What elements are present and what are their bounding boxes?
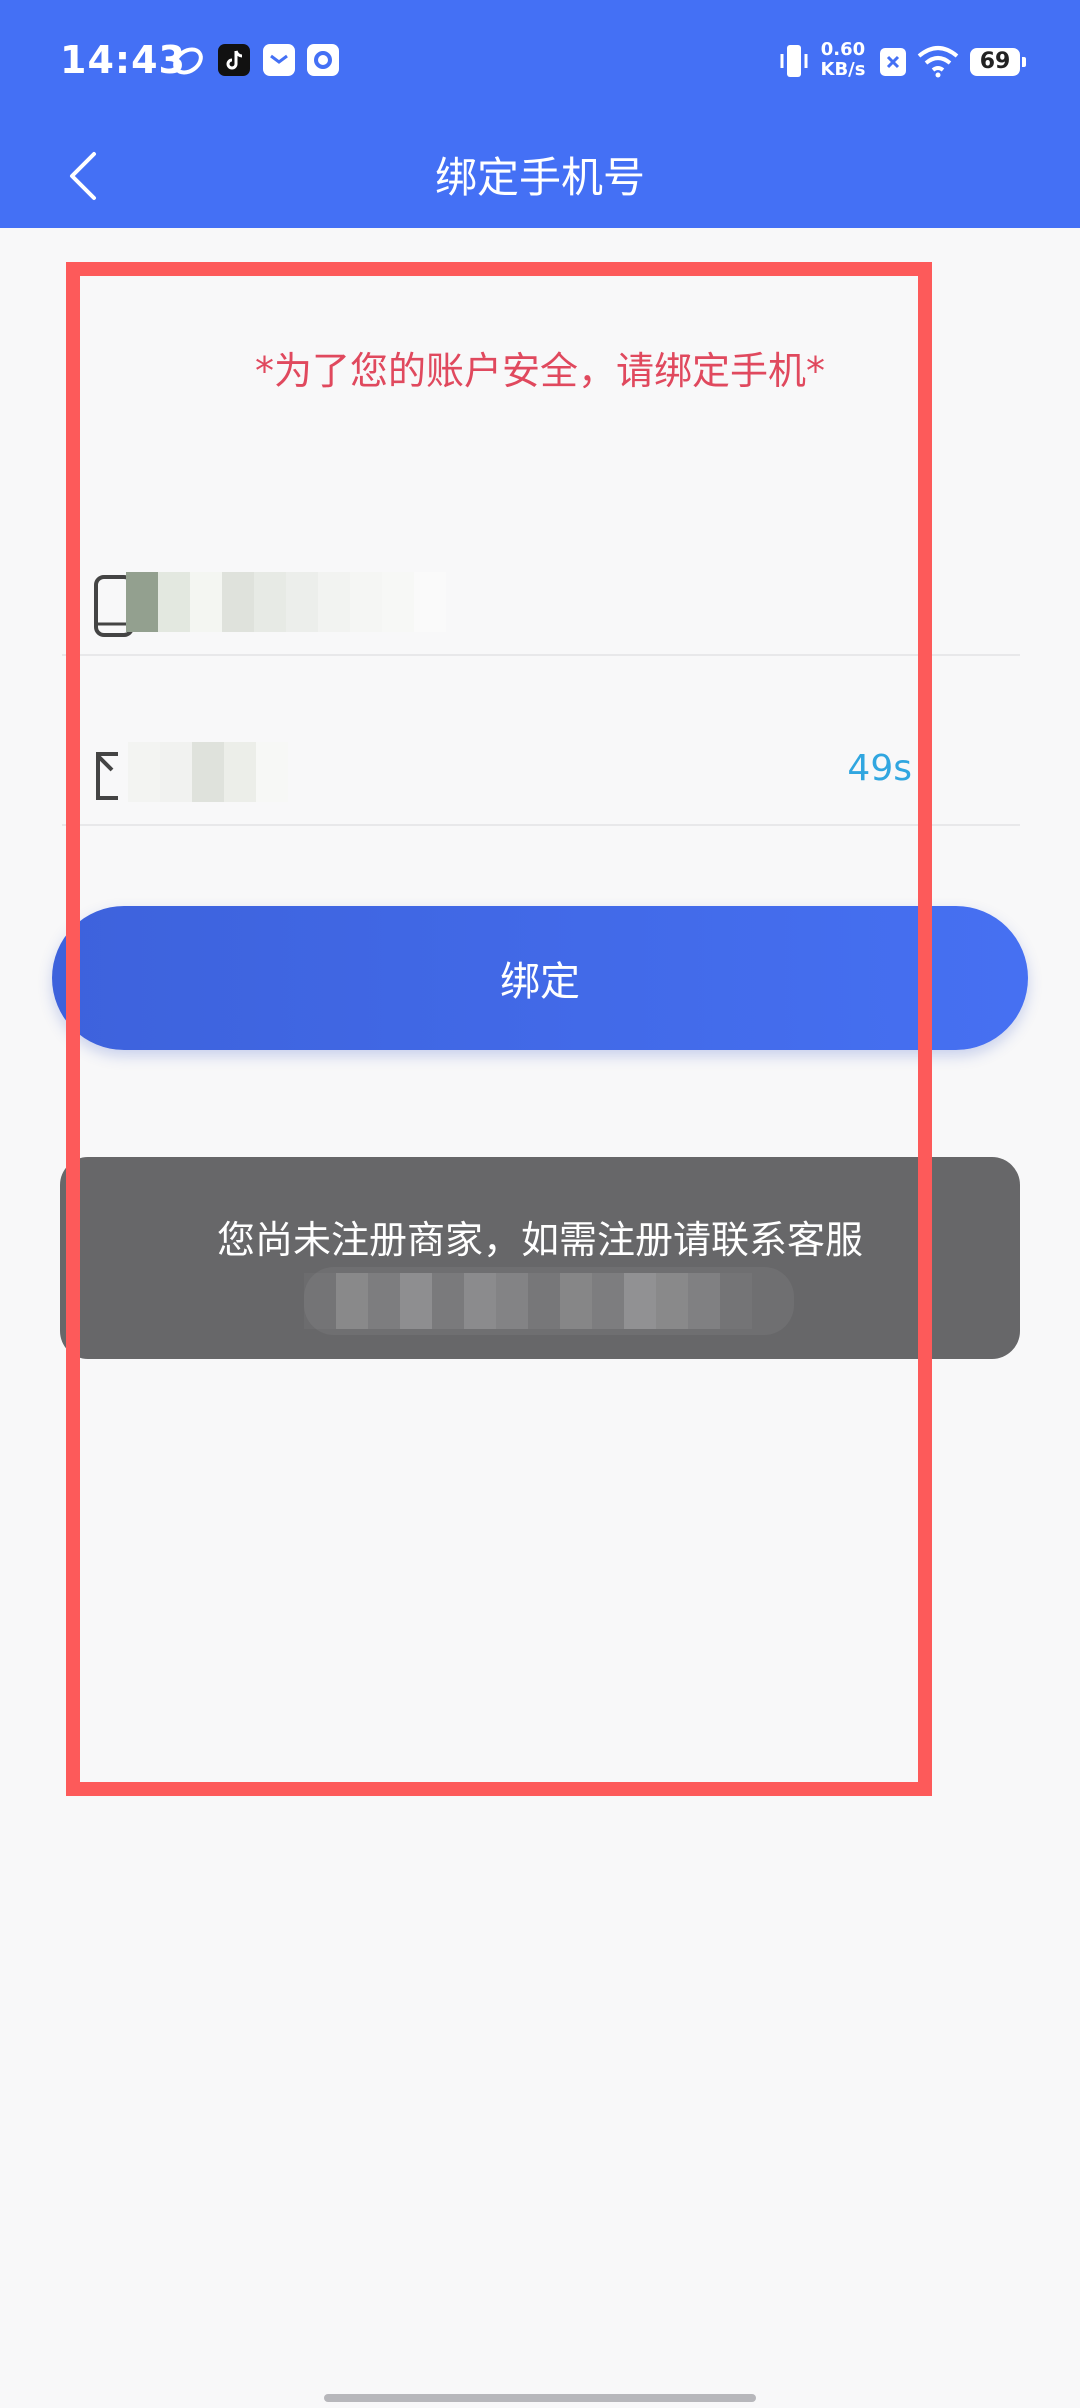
home-indicator — [324, 2394, 756, 2402]
tiktok-icon — [218, 44, 250, 76]
network-rate-unit: KB/s — [820, 59, 866, 80]
contact-mask — [304, 1267, 794, 1335]
phone-value-mask — [126, 572, 446, 632]
verification-code-field[interactable]: 49s — [62, 720, 1020, 826]
battery-icon: 69 — [970, 48, 1026, 76]
toast: 您尚未注册商家，如需注册请联系客服 — [60, 1157, 1020, 1359]
mail-icon — [263, 44, 295, 76]
camera-app-icon — [307, 44, 339, 76]
network-rate: 0.60 KB/s — [814, 40, 872, 80]
bind-button[interactable]: 绑定 — [52, 906, 1028, 1050]
code-value-mask — [128, 742, 288, 802]
battery-level: 69 — [979, 49, 1011, 74]
vibrate-icon — [778, 42, 810, 80]
countdown-timer: 49s — [847, 748, 912, 789]
phone-field[interactable] — [62, 550, 1020, 656]
toast-message: 您尚未注册商家，如需注册请联系客服 — [216, 1218, 863, 1262]
wifi-icon — [916, 44, 960, 78]
status-bar: 14:43 0.60 KB/s 69 — [0, 0, 1080, 128]
link-icon — [171, 44, 203, 76]
close-notification-icon — [880, 48, 906, 76]
security-notice: *为了您的账户安全，请绑定手机* — [254, 349, 825, 393]
nav-header: 绑定手机号 — [0, 128, 1080, 228]
status-time: 14:43 — [60, 38, 186, 82]
network-rate-value: 0.60 — [820, 39, 866, 60]
page-title: 绑定手机号 — [434, 153, 645, 202]
